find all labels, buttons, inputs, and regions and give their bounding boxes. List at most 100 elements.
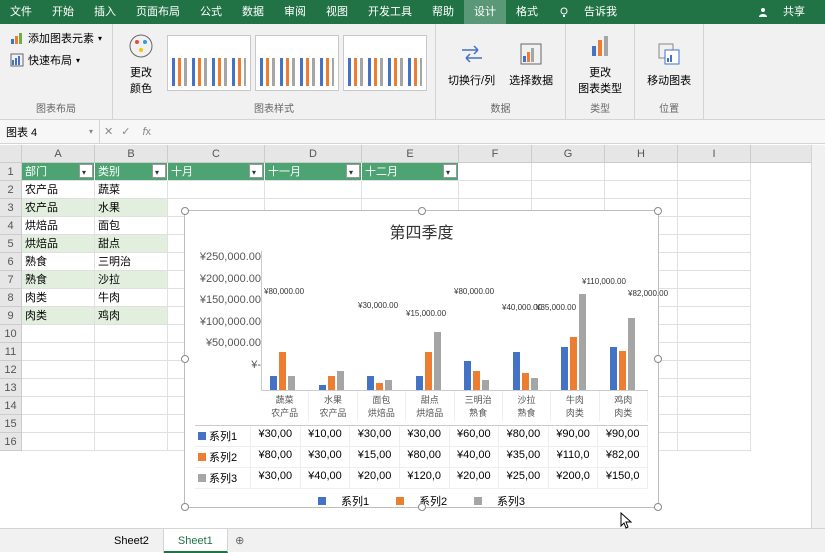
col-header[interactable]: F: [459, 145, 532, 162]
row-header[interactable]: 4: [0, 217, 22, 235]
tab-file[interactable]: 文件: [0, 0, 42, 24]
table-header[interactable]: 十一月: [265, 163, 362, 181]
vertical-scrollbar[interactable]: [811, 145, 825, 528]
cell[interactable]: 烘焙品: [22, 217, 95, 235]
tab-review[interactable]: 审阅: [274, 0, 316, 24]
sheet-tab[interactable]: Sheet2: [100, 529, 164, 553]
move-chart-button[interactable]: 移动图表: [643, 36, 695, 90]
cell[interactable]: 沙拉: [95, 271, 168, 289]
tab-layout[interactable]: 页面布局: [126, 0, 190, 24]
move-chart-icon: [655, 40, 683, 68]
tab-help[interactable]: 帮助: [422, 0, 464, 24]
table-header[interactable]: 十二月: [362, 163, 459, 181]
chart-element-icon: [10, 31, 24, 45]
select-data-button[interactable]: 选择数据: [505, 36, 557, 90]
row-header[interactable]: 11: [0, 343, 22, 361]
cell[interactable]: 肉类: [22, 289, 95, 307]
group-label: 类型: [574, 98, 626, 115]
filter-dropdown-icon[interactable]: [249, 164, 263, 178]
chart-style-item[interactable]: [255, 35, 339, 91]
group-label: 图表布局: [8, 98, 104, 115]
cell[interactable]: 农产品: [22, 199, 95, 217]
col-header[interactable]: G: [532, 145, 605, 162]
name-box[interactable]: 图表 4▾: [0, 120, 100, 143]
row-header[interactable]: 16: [0, 433, 22, 451]
plot-area[interactable]: ¥80,000.00¥30,000.00¥15,000.00¥80,000.00…: [261, 251, 648, 391]
layout-icon: [10, 53, 24, 67]
sheet-tabs: Sheet2 Sheet1 ⊕: [0, 528, 825, 552]
col-header[interactable]: E: [362, 145, 459, 162]
add-chart-element-button[interactable]: 添加图表元素▾: [8, 28, 104, 48]
chart-title[interactable]: 第四季度: [185, 211, 658, 251]
chart-style-gallery[interactable]: [167, 35, 427, 91]
row-header[interactable]: 6: [0, 253, 22, 271]
chart-style-item[interactable]: [167, 35, 251, 91]
cell[interactable]: 蔬菜: [95, 181, 168, 199]
row-header[interactable]: 14: [0, 397, 22, 415]
filter-dropdown-icon[interactable]: [443, 164, 457, 178]
row-header[interactable]: 15: [0, 415, 22, 433]
cell[interactable]: 甜点: [95, 235, 168, 253]
filter-dropdown-icon[interactable]: [346, 164, 360, 178]
row-header[interactable]: 10: [0, 325, 22, 343]
row-header[interactable]: 8: [0, 289, 22, 307]
cancel-icon[interactable]: ✕: [100, 125, 117, 138]
row-header[interactable]: 3: [0, 199, 22, 217]
cell[interactable]: 肉类: [22, 307, 95, 325]
row-header[interactable]: 7: [0, 271, 22, 289]
col-header[interactable]: H: [605, 145, 678, 162]
row-header[interactable]: 13: [0, 379, 22, 397]
cell[interactable]: 熟食: [22, 271, 95, 289]
sheet-tab[interactable]: Sheet1: [164, 529, 228, 553]
tell-me[interactable]: 告诉我: [548, 0, 637, 24]
col-header[interactable]: I: [678, 145, 751, 162]
tab-view[interactable]: 视图: [316, 0, 358, 24]
cell[interactable]: 烘焙品: [22, 235, 95, 253]
tab-design[interactable]: 设计: [464, 0, 506, 24]
add-sheet-button[interactable]: ⊕: [228, 534, 252, 547]
col-header[interactable]: B: [95, 145, 168, 162]
confirm-icon[interactable]: ✓: [117, 125, 134, 138]
embedded-chart[interactable]: 第四季度 ¥250,000.00¥200,000.00¥150,000.00¥1…: [184, 210, 659, 508]
table-header[interactable]: 部门: [22, 163, 95, 181]
filter-dropdown-icon[interactable]: [152, 164, 166, 178]
col-header[interactable]: C: [168, 145, 265, 162]
row-header[interactable]: 5: [0, 235, 22, 253]
row-header[interactable]: 9: [0, 307, 22, 325]
tab-dev[interactable]: 开发工具: [358, 0, 422, 24]
palette-icon: [127, 32, 155, 60]
row-header[interactable]: 1: [0, 163, 22, 181]
cell[interactable]: 鸡肉: [95, 307, 168, 325]
col-header[interactable]: A: [22, 145, 95, 162]
tab-insert[interactable]: 插入: [84, 0, 126, 24]
cell[interactable]: 熟食: [22, 253, 95, 271]
share-button[interactable]: 共享: [747, 0, 825, 24]
tab-format[interactable]: 格式: [506, 0, 548, 24]
switch-row-col-button[interactable]: 切换行/列: [444, 36, 499, 90]
tab-formula[interactable]: 公式: [190, 0, 232, 24]
quick-layout-button[interactable]: 快速布局▾: [8, 50, 82, 70]
cell[interactable]: 面包: [95, 217, 168, 235]
group-label: 图表样式: [121, 98, 427, 115]
fx-icon[interactable]: fx: [134, 126, 159, 138]
row-header[interactable]: 12: [0, 361, 22, 379]
filter-dropdown-icon[interactable]: [79, 164, 93, 178]
cell[interactable]: 农产品: [22, 181, 95, 199]
change-chart-type-button[interactable]: 更改 图表类型: [574, 28, 626, 98]
table-header[interactable]: 十月: [168, 163, 265, 181]
chart-type-icon: [586, 32, 614, 60]
ribbon: 添加图表元素▾ 快速布局▾ 图表布局 更改 颜色 图表样式: [0, 24, 825, 120]
table-header[interactable]: 类别: [95, 163, 168, 181]
cell[interactable]: 水果: [95, 199, 168, 217]
chart-style-item[interactable]: [343, 35, 427, 91]
x-axis: 蔬菜农产品水果农产品面包烘焙品甜点烘焙品三明治熟食沙拉熟食牛肉肉类鸡肉肉类: [261, 391, 648, 421]
group-label: 位置: [643, 98, 695, 115]
tab-home[interactable]: 开始: [42, 0, 84, 24]
cell[interactable]: 三明治: [95, 253, 168, 271]
change-color-button[interactable]: 更改 颜色: [121, 28, 161, 98]
col-header[interactable]: D: [265, 145, 362, 162]
person-icon: [757, 6, 769, 18]
cell[interactable]: 牛肉: [95, 289, 168, 307]
tab-data[interactable]: 数据: [232, 0, 274, 24]
row-header[interactable]: 2: [0, 181, 22, 199]
